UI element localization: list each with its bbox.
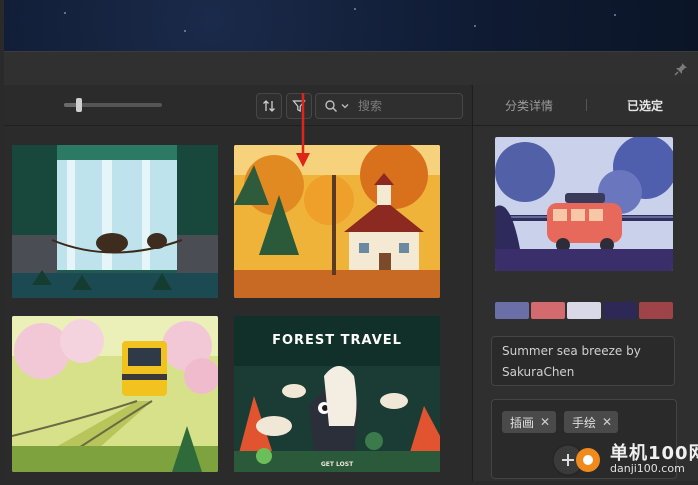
- tag-chip[interactable]: 插画 ✕: [502, 411, 557, 433]
- image-grid: FOREST TRAVEL GET LOST: [4, 126, 471, 481]
- forest-travel-title: FOREST TRAVEL: [272, 333, 402, 348]
- watermark-url: danji100.com: [610, 462, 685, 475]
- color-swatch[interactable]: [603, 302, 637, 319]
- background-strip: [4, 0, 698, 51]
- thumbnail-size-slider[interactable]: [64, 98, 162, 112]
- selected-image-preview[interactable]: [495, 137, 673, 271]
- image-name-field[interactable]: Summer sea breeze by SakuraChen: [491, 336, 675, 386]
- forest-illustration: FOREST TRAVEL GET LOST: [234, 316, 440, 472]
- watermark: 单机100网 danji100.com: [548, 436, 698, 481]
- image-thumbnail-forest-travel[interactable]: FOREST TRAVEL GET LOST: [234, 316, 440, 472]
- preview-illustration: [495, 137, 673, 271]
- color-swatch[interactable]: [639, 302, 673, 319]
- tab-selected[interactable]: 已选定: [627, 97, 663, 114]
- window-titlebar: [4, 51, 698, 86]
- tab-category-details[interactable]: 分类详情: [505, 97, 553, 114]
- tag-remove-icon[interactable]: ✕: [540, 415, 550, 429]
- forest-travel-caption: GET LOST: [321, 461, 354, 468]
- sort-icon: [263, 100, 275, 112]
- image-thumbnail-waterfall[interactable]: [12, 145, 218, 298]
- slider-thumb[interactable]: [75, 98, 82, 112]
- spring-illustration: [12, 316, 218, 472]
- library-panel: FOREST TRAVEL GET LOST: [4, 85, 471, 481]
- tag-label: 插画: [510, 415, 535, 430]
- autumn-illustration: [234, 145, 440, 298]
- tag-chip[interactable]: 手绘 ✕: [564, 411, 619, 433]
- chevron-down-icon[interactable]: [340, 101, 350, 111]
- pin-icon[interactable]: [674, 61, 688, 76]
- color-swatch[interactable]: [531, 302, 565, 319]
- watermark-logo: [552, 444, 600, 476]
- tag-label: 手绘: [572, 415, 597, 430]
- color-swatch[interactable]: [567, 302, 601, 319]
- search-box[interactable]: [315, 93, 463, 119]
- color-palette: [495, 302, 673, 319]
- inspector-tabs: 分类详情 已选定: [473, 85, 698, 126]
- search-input[interactable]: [356, 98, 460, 114]
- waterfall-illustration: [12, 145, 218, 298]
- toolbar: [4, 85, 471, 126]
- image-thumbnail-autumn-church[interactable]: [234, 145, 440, 298]
- color-swatch[interactable]: [495, 302, 529, 319]
- filter-icon: [292, 100, 306, 112]
- tag-remove-icon[interactable]: ✕: [602, 415, 612, 429]
- filter-button[interactable]: [286, 93, 312, 119]
- search-icon[interactable]: [324, 99, 338, 113]
- sort-button[interactable]: [256, 93, 282, 119]
- image-thumbnail-spring-train[interactable]: [12, 316, 218, 472]
- tab-divider: [586, 99, 587, 111]
- image-name-text: Summer sea breeze by SakuraChen: [502, 344, 641, 379]
- inspector-panel: 分类详情 已选定 Summer sea breeze by SakuraChen: [472, 85, 698, 481]
